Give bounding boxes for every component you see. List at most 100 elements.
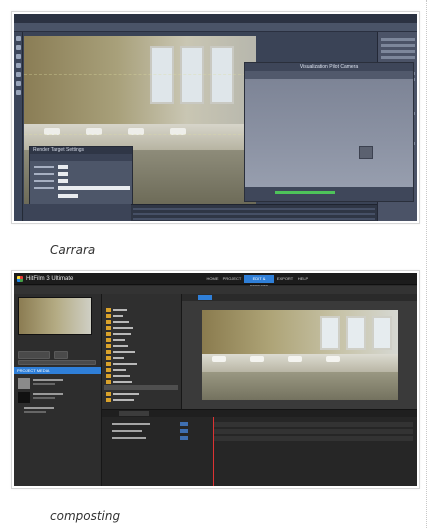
effect-folder[interactable] bbox=[106, 314, 168, 318]
carrara-screenshot[interactable]: Visualization Pilot Camera Render Target… bbox=[14, 14, 417, 221]
property-row bbox=[381, 50, 415, 53]
media-preview bbox=[18, 297, 92, 335]
timeline-track[interactable] bbox=[213, 429, 413, 434]
nav-tab-project[interactable]: PROJECT bbox=[222, 275, 242, 283]
effect-folder[interactable] bbox=[106, 350, 168, 354]
field-label bbox=[34, 166, 54, 168]
room-floor bbox=[202, 372, 398, 400]
effect-folder[interactable] bbox=[106, 398, 168, 402]
nav-tab-edit-effects[interactable]: EDIT & EFFECTS bbox=[244, 275, 274, 289]
dialog-field[interactable] bbox=[58, 186, 130, 190]
layer-visibility[interactable] bbox=[180, 436, 188, 440]
dialog-field[interactable] bbox=[58, 179, 68, 183]
effect-folder[interactable] bbox=[106, 374, 168, 378]
folder-icon bbox=[106, 350, 111, 354]
camera-window-title: Visualization Pilot Camera bbox=[245, 63, 413, 71]
dialog-field[interactable] bbox=[58, 194, 78, 198]
timeline-row bbox=[133, 208, 375, 210]
effect-label bbox=[113, 345, 128, 347]
effects-panel bbox=[102, 294, 182, 409]
effect-folder[interactable] bbox=[106, 326, 168, 330]
effect-folder[interactable] bbox=[106, 368, 168, 372]
property-row bbox=[381, 38, 415, 41]
property-row bbox=[381, 56, 415, 59]
camera-toolbar bbox=[245, 71, 413, 79]
effect-label bbox=[113, 375, 130, 377]
effect-label bbox=[113, 309, 127, 311]
timeline-layer[interactable] bbox=[102, 429, 212, 434]
layer-visibility[interactable] bbox=[180, 429, 188, 433]
selected-effect-folder[interactable] bbox=[104, 385, 178, 390]
folder-icon bbox=[106, 374, 111, 378]
app-title: HitFilm 3 Ultimate bbox=[26, 276, 74, 282]
search-input[interactable] bbox=[18, 360, 96, 365]
camera-window[interactable]: Visualization Pilot Camera bbox=[244, 62, 414, 202]
timeline-tab-active[interactable] bbox=[119, 411, 149, 416]
new-button[interactable] bbox=[54, 351, 68, 359]
folder-icon bbox=[106, 338, 111, 342]
effect-folder[interactable] bbox=[106, 308, 168, 312]
media-item[interactable] bbox=[18, 406, 98, 418]
tool-icon bbox=[16, 54, 21, 59]
viewer-tab-active[interactable] bbox=[198, 295, 212, 300]
folder-icon bbox=[106, 368, 111, 372]
media-item-name bbox=[33, 393, 63, 395]
playhead[interactable] bbox=[213, 417, 214, 486]
carrara-bottom-panel bbox=[24, 204, 131, 221]
dialog-field[interactable] bbox=[58, 172, 68, 176]
nav-tab-export[interactable]: EXPORT bbox=[276, 275, 294, 283]
layer-label bbox=[112, 430, 142, 432]
effect-folder[interactable] bbox=[106, 356, 168, 360]
tool-icon bbox=[16, 72, 21, 77]
cube-object[interactable] bbox=[359, 146, 373, 159]
room-window bbox=[320, 316, 340, 350]
effect-folder[interactable] bbox=[106, 380, 168, 384]
timeline-track[interactable] bbox=[213, 436, 413, 441]
carrara-toolbar bbox=[14, 23, 417, 32]
effect-folder[interactable] bbox=[106, 362, 168, 366]
nav-tab-home[interactable]: HOME bbox=[205, 275, 220, 283]
hitfilm-screenshot[interactable]: HitFilm 3 Ultimate HOME PROJECT EDIT & E… bbox=[14, 273, 417, 486]
effect-label bbox=[113, 339, 125, 341]
render-settings-dialog[interactable]: Render Target Settings bbox=[29, 146, 133, 208]
tool-icon bbox=[16, 36, 21, 41]
carrara-timeline[interactable] bbox=[131, 204, 377, 221]
media-thumbnail bbox=[18, 392, 30, 403]
timeline-track[interactable] bbox=[213, 422, 413, 427]
media-item[interactable] bbox=[18, 392, 98, 404]
tool-icon bbox=[16, 81, 21, 86]
effect-folder[interactable] bbox=[106, 344, 168, 348]
effect-folder[interactable] bbox=[106, 332, 168, 336]
effect-label bbox=[113, 369, 126, 371]
effect-folder[interactable] bbox=[106, 338, 168, 342]
dialog-field[interactable] bbox=[58, 165, 68, 169]
nav-tab-help[interactable]: HELP bbox=[296, 275, 310, 283]
room-window bbox=[210, 46, 234, 104]
effect-folder[interactable] bbox=[106, 320, 168, 324]
media-thumbnail bbox=[18, 378, 30, 389]
sink bbox=[326, 356, 340, 362]
folder-icon bbox=[106, 356, 111, 360]
timeline-tabs bbox=[102, 410, 417, 417]
timeline-layer[interactable] bbox=[102, 422, 212, 427]
timeline-row bbox=[133, 213, 375, 215]
carrara-menubar bbox=[14, 14, 417, 23]
import-button[interactable] bbox=[18, 351, 50, 359]
composite-timeline[interactable] bbox=[102, 409, 417, 486]
layer-visibility[interactable] bbox=[180, 422, 188, 426]
viewer-frame bbox=[202, 310, 398, 400]
page: Visualization Pilot Camera Render Target… bbox=[0, 0, 429, 528]
room-window bbox=[150, 46, 174, 104]
media-panel: PROJECT MEDIA bbox=[14, 294, 102, 486]
effect-folder[interactable] bbox=[106, 392, 168, 396]
carrara-tools-palette bbox=[14, 32, 23, 221]
media-item[interactable] bbox=[18, 378, 98, 390]
tool-icon bbox=[16, 63, 21, 68]
media-panel-title: PROJECT MEDIA bbox=[14, 367, 101, 374]
layer-label bbox=[112, 437, 146, 439]
room-window bbox=[180, 46, 204, 104]
viewer-tabs bbox=[182, 294, 417, 301]
dialog-title: Render Target Settings bbox=[30, 147, 132, 154]
effect-label bbox=[113, 357, 124, 359]
timeline-layer[interactable] bbox=[102, 436, 212, 441]
